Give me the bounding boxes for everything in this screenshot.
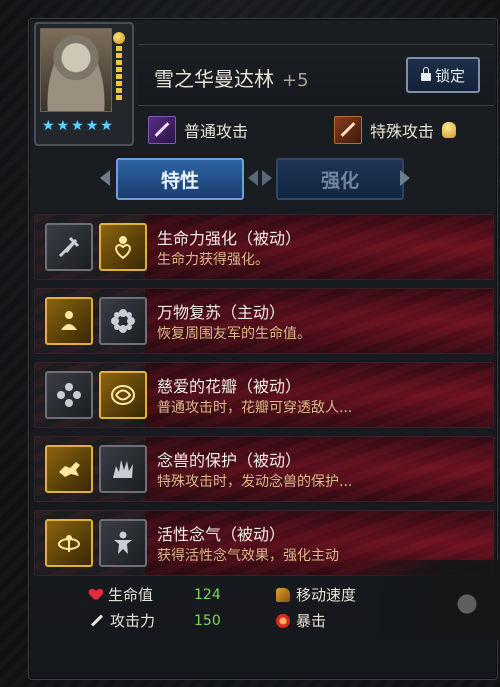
star-icon: ★ <box>100 118 113 134</box>
normal-attack[interactable]: 普通攻击 <box>148 114 248 146</box>
watermark-logo <box>440 584 494 624</box>
skill-description: 恢复周围友军的生命值。 <box>157 326 311 342</box>
skill-row[interactable]: 万物复苏（主动） 恢复周围友军的生命值。 <box>34 288 494 354</box>
tab-divider-icon <box>248 170 258 186</box>
normal-attack-label: 普通攻击 <box>184 122 249 141</box>
crit-icon <box>276 613 290 628</box>
sword-broken-icon <box>45 223 93 271</box>
character-portrait <box>40 28 112 112</box>
skill-title: 生命力强化（被动） <box>157 229 302 248</box>
star-icon: ★ <box>56 118 70 134</box>
lock-icon <box>420 67 431 81</box>
star-icon: ★ <box>42 118 55 134</box>
pattern-icon <box>99 371 147 419</box>
level-segment <box>116 53 122 58</box>
stat-crit-label: 暴击 <box>296 612 327 630</box>
level-segment <box>116 88 122 93</box>
character-name: 雪之华曼达林 +5 <box>154 63 309 92</box>
stat-crit: 暴击 <box>276 610 326 631</box>
stat-move-speed-label: 移动速度 <box>296 586 357 604</box>
stat-hp-label: 生命值 <box>108 586 154 604</box>
stat-hp-value: 124 <box>194 586 221 603</box>
level-cap-icon <box>113 32 125 44</box>
flower-icon <box>45 371 93 419</box>
skill-row[interactable]: 慈爱的花瓣（被动） 普通攻击时，花瓣可穿透敌人... <box>34 362 494 428</box>
tab-divider-icon <box>262 170 272 186</box>
star-rating: ★ ★ ★ ★ ★ <box>42 118 113 134</box>
stat-attack-label: 攻击力 <box>110 612 156 630</box>
figure-icon <box>99 519 147 567</box>
swirl-icon <box>45 519 93 567</box>
flower-icon <box>99 297 147 345</box>
lock-button-label: 锁定 <box>434 66 465 85</box>
special-attack-label: 特殊攻击 <box>370 122 435 141</box>
skill-title: 念兽的保护（被动） <box>157 451 302 470</box>
level-segment <box>116 95 122 100</box>
stat-hp: 生命值 124 <box>90 584 221 605</box>
skill-title: 活性念气（被动） <box>157 525 286 544</box>
stat-attack: 攻击力 150 <box>90 610 221 631</box>
sword-icon <box>90 614 104 627</box>
spiky-beast-icon <box>99 445 147 493</box>
level-segment <box>116 74 122 79</box>
name-bar: 雪之华曼达林 +5 锁定 <box>138 44 494 106</box>
beast-icon <box>45 445 93 493</box>
skill-row[interactable]: 生命力强化（被动） 生命力获得强化。 <box>34 214 494 280</box>
special-attack[interactable]: 特殊攻击 <box>334 114 457 146</box>
skill-row[interactable]: 念兽的保护（被动） 特殊攻击时，发动念兽的保护... <box>34 436 494 502</box>
level-segment <box>116 81 122 86</box>
tab-traits[interactable]: 特性 <box>116 158 244 200</box>
skill-description: 特殊攻击时，发动念兽的保护... <box>157 474 353 490</box>
level-segment <box>116 67 122 72</box>
portrait-frame[interactable]: ★ ★ ★ ★ ★ <box>34 22 134 146</box>
tab-enhance[interactable]: 强化 <box>276 158 404 200</box>
stat-move-speed: 移动速度 <box>276 584 356 605</box>
star-icon: ★ <box>71 118 84 134</box>
skill-title: 慈爱的花瓣（被动） <box>157 377 302 396</box>
heart-figure-icon <box>99 223 147 271</box>
star-icon: ★ <box>85 118 99 134</box>
skill-list: 生命力强化（被动） 生命力获得强化。 万物复苏（主动） 恢复周围友军的生命值。 … <box>34 214 494 584</box>
heart-icon <box>90 589 102 601</box>
enhance-level: +5 <box>282 70 309 91</box>
normal-attack-icon <box>148 116 176 144</box>
character-name-text: 雪之华曼达林 <box>154 67 274 91</box>
skill-title: 万物复苏（主动） <box>157 303 286 322</box>
stat-attack-value: 150 <box>194 612 221 629</box>
boot-icon <box>276 587 290 602</box>
tab-prev-arrow-icon[interactable] <box>100 170 110 186</box>
tab-next-arrow-icon[interactable] <box>400 170 410 186</box>
hand-icon[interactable] <box>442 122 457 138</box>
level-gauge <box>113 32 125 108</box>
level-segment <box>116 46 122 51</box>
level-segment <box>116 60 122 65</box>
lock-button[interactable]: 锁定 <box>406 57 480 93</box>
skill-description: 普通攻击时，花瓣可穿透敌人... <box>157 400 353 416</box>
skill-description: 生命力获得强化。 <box>157 252 269 268</box>
special-attack-icon <box>334 116 362 144</box>
meditate-icon <box>45 297 93 345</box>
